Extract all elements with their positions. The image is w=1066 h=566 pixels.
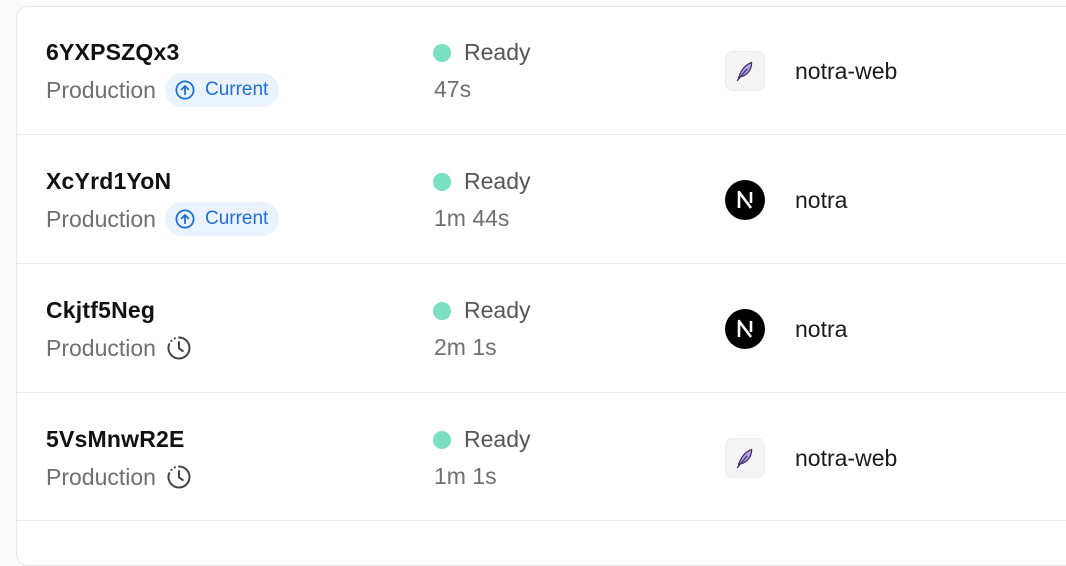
deployment-row[interactable]: Ckjtf5Neg Production Ready 2m 1s notra — [17, 264, 1066, 393]
nextjs-icon — [725, 180, 765, 220]
nextjs-icon — [725, 309, 765, 349]
environment-line: Production — [46, 330, 192, 366]
status: Ready — [433, 426, 530, 453]
build-duration: 1m 1s — [434, 463, 497, 489]
status: Ready — [433, 297, 530, 324]
feather-icon — [725, 51, 765, 91]
deployment-row[interactable]: 5VsMnwR2E Production Ready 1m 1s notra-w… — [17, 393, 1066, 521]
build-duration: 47s — [434, 76, 472, 102]
status: Ready — [433, 168, 530, 195]
build-duration: 2m 1s — [434, 334, 497, 360]
current-badge: Current — [164, 202, 280, 236]
current-badge-label: Current — [204, 79, 269, 100]
project-name[interactable]: notra — [795, 187, 847, 214]
ready-status-dot — [433, 43, 451, 62]
ready-status-dot — [433, 172, 451, 191]
ready-status-dot — [433, 301, 451, 320]
environment-label: Production — [46, 334, 156, 361]
deployment-id[interactable]: Ckjtf5Neg — [46, 297, 155, 324]
current-badge-label: Current — [204, 208, 269, 229]
feather-icon — [725, 438, 765, 478]
deployment-row[interactable]: 6YXPSZQx3 Production Current Ready 47s n… — [17, 6, 1066, 135]
deployment-id[interactable]: 6YXPSZQx3 — [46, 39, 179, 66]
current-badge: Current — [164, 73, 280, 107]
clock-icon — [166, 335, 192, 361]
project-name[interactable]: notra-web — [795, 445, 897, 472]
environment-label: Production — [46, 463, 156, 490]
environment-label: Production — [46, 205, 156, 232]
ready-status-dot — [433, 430, 451, 449]
environment-line: Production Current — [46, 72, 280, 108]
project-name[interactable]: notra-web — [795, 58, 897, 85]
deployment-id[interactable]: 5VsMnwR2E — [46, 426, 185, 453]
project-name[interactable]: notra — [795, 316, 847, 343]
arrow-up-circle-icon — [175, 209, 195, 229]
clock-icon — [166, 464, 192, 490]
environment-line: Production — [46, 459, 192, 495]
environment-label: Production — [46, 76, 156, 103]
status-text: Ready — [464, 426, 531, 452]
build-duration: 1m 44s — [434, 205, 510, 231]
arrow-up-circle-icon — [175, 80, 195, 100]
environment-line: Production Current — [46, 201, 280, 237]
status-text: Ready — [464, 39, 531, 65]
status: Ready — [433, 39, 530, 66]
deployment-row[interactable]: XcYrd1YoN Production Current Ready 1m 44… — [17, 135, 1066, 264]
status-text: Ready — [464, 297, 531, 323]
deployment-id[interactable]: XcYrd1YoN — [46, 168, 171, 195]
status-text: Ready — [464, 168, 531, 194]
